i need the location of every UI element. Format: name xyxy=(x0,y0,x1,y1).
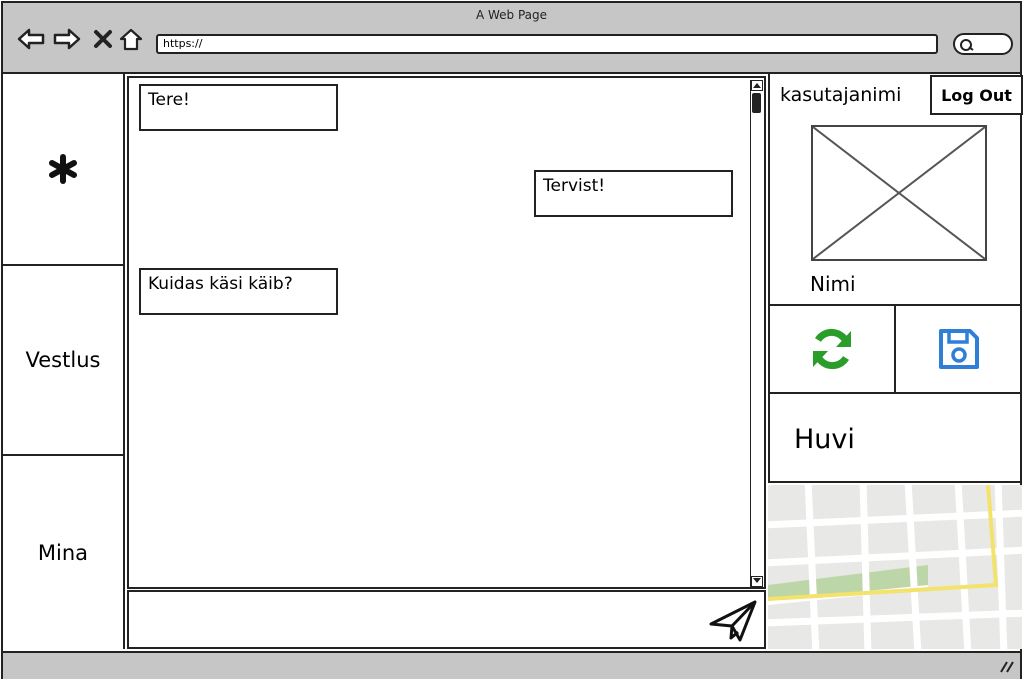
chat-message: Tere! xyxy=(139,84,338,131)
interest-panel: Huvi xyxy=(768,394,1022,483)
chat-message: Tervist! xyxy=(534,170,733,217)
search-icon xyxy=(960,39,974,51)
scroll-up-button[interactable] xyxy=(751,80,763,91)
interest-label: Huvi xyxy=(794,424,855,455)
username-label: kasutajanimi xyxy=(780,84,902,106)
sidebar: Vestlus Mina xyxy=(3,74,125,649)
save-floppy-icon xyxy=(939,329,979,369)
chat-messages-panel[interactable]: Tere! Tervist! Kuidas käsi käib? xyxy=(127,76,766,589)
sidebar-item-label: Vestlus xyxy=(25,348,101,372)
logout-button[interactable]: Log Out xyxy=(930,75,1023,115)
chat-scrollbar[interactable] xyxy=(750,80,763,587)
profile-actions xyxy=(768,306,1022,394)
close-icon[interactable] xyxy=(89,25,117,53)
name-label: Nimi xyxy=(810,272,856,296)
paper-plane-icon xyxy=(709,600,757,642)
browser-window: A Web Page https:// Vestlus Mina Tere! T… xyxy=(1,1,1023,679)
chat-message: Kuidas käsi käib? xyxy=(139,268,338,315)
back-arrow-icon[interactable] xyxy=(17,25,45,53)
scroll-thumb[interactable] xyxy=(752,93,761,113)
refresh-button[interactable] xyxy=(770,306,896,392)
sidebar-item-mina[interactable]: Mina xyxy=(3,456,123,649)
resize-grip-icon[interactable] xyxy=(1000,661,1014,673)
home-icon[interactable] xyxy=(117,25,145,53)
save-button[interactable] xyxy=(896,306,1022,392)
avatar xyxy=(811,125,987,261)
window-title: A Web Page xyxy=(475,8,548,22)
sidebar-item-label: Mina xyxy=(37,540,89,565)
status-bar xyxy=(3,651,1020,679)
browser-toolbar: A Web Page https:// xyxy=(3,3,1020,74)
search-button[interactable] xyxy=(953,33,1013,55)
map-widget[interactable] xyxy=(768,485,1022,649)
sidebar-item-home[interactable] xyxy=(3,74,123,266)
send-button[interactable] xyxy=(708,596,760,644)
refresh-icon xyxy=(813,328,851,370)
asterisk-icon xyxy=(49,154,77,184)
sidebar-item-vestlus[interactable]: Vestlus xyxy=(3,266,123,456)
map-image xyxy=(768,485,1022,649)
message-input[interactable] xyxy=(127,590,766,649)
forward-arrow-icon[interactable] xyxy=(53,25,81,53)
image-placeholder-icon xyxy=(812,126,986,260)
profile-panel: kasutajanimi Log Out Nimi xyxy=(768,74,1023,306)
scroll-down-button[interactable] xyxy=(751,576,763,587)
url-input[interactable]: https:// xyxy=(156,34,938,54)
